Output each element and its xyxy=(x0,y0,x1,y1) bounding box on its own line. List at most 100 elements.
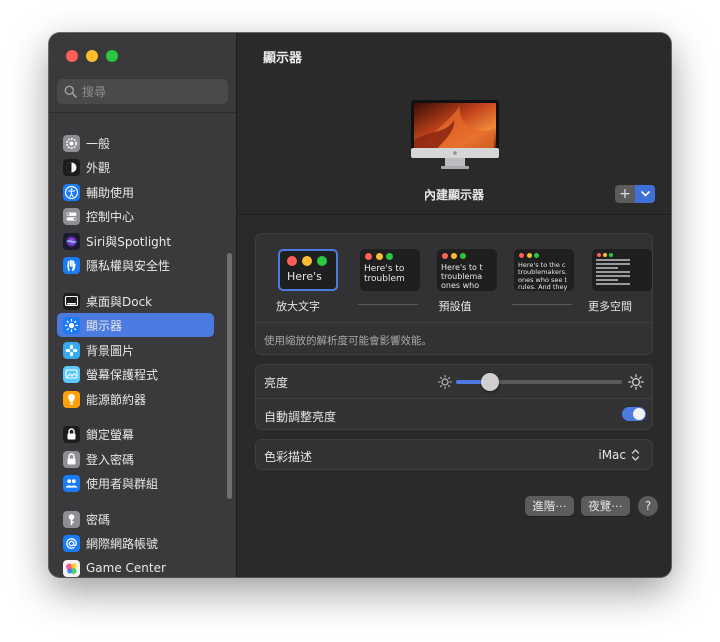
sidebar-item[interactable]: 登入密碼 xyxy=(57,447,214,471)
gear-icon xyxy=(63,134,80,152)
sidebar-item-label: 螢幕保護程式 xyxy=(86,367,159,382)
advanced-button[interactable]: 進階⋯ xyxy=(525,496,574,516)
lock-icon xyxy=(63,425,80,443)
chevron-updown-icon[interactable] xyxy=(631,448,640,462)
sidebar-item-label: 登入密碼 xyxy=(86,452,135,467)
brightness-card: 亮度 自動調整亮度 xyxy=(255,364,653,430)
resolution-option[interactable]: Here's xyxy=(278,249,338,291)
resolution-option[interactable]: Here's to t troublema ones who xyxy=(437,249,497,291)
preview-text: Here's to troublem xyxy=(364,264,405,285)
accessibility-icon xyxy=(63,183,80,201)
night-shift-button[interactable]: 夜覽⋯ xyxy=(581,496,630,516)
sidebar-item[interactable]: 一般 xyxy=(57,131,214,155)
at-icon xyxy=(63,534,80,552)
appearance-icon xyxy=(63,158,80,176)
sidebar-item[interactable]: 使用者與群組 xyxy=(57,471,214,495)
sidebar-item-label: 輔助使用 xyxy=(86,185,135,200)
resolution-option[interactable]: Here's to the c troublemakers. ones who … xyxy=(514,249,574,291)
sidebar-item-label: Game Center xyxy=(86,561,166,575)
sidebar-item[interactable]: 密碼 xyxy=(57,507,214,531)
minimize-button[interactable] xyxy=(86,50,98,62)
brightness-slider-thumb[interactable] xyxy=(480,373,499,391)
main-pane: 顯示器 內建顯示器 + Here's 放大文字 Here's to troubl… xyxy=(237,33,671,577)
siri-icon xyxy=(63,232,80,250)
resolution-preview xyxy=(592,249,652,291)
preview-text: Here's to t troublema ones who xyxy=(441,263,483,291)
sidebar-item-label: 使用者與群組 xyxy=(86,476,159,491)
sidebar-item[interactable]: 螢幕保護程式 xyxy=(57,362,214,386)
sidebar: 一般外觀輔助使用控制中心 Siri與Spotlight 隱私權與安全性桌面與Dock… xyxy=(49,33,237,577)
auto-brightness-toggle[interactable] xyxy=(622,407,646,421)
brightness-divider xyxy=(256,398,652,399)
padlock-icon xyxy=(63,450,80,468)
preview-text: Here's to the c troublemakers. ones who … xyxy=(518,261,568,291)
dock-icon xyxy=(63,292,80,310)
brightness-label: 亮度 xyxy=(264,376,289,390)
color-profile-select[interactable]: iMac xyxy=(598,448,626,462)
preview-line xyxy=(596,267,618,269)
preview-text: Here's xyxy=(287,270,322,283)
zoom-button[interactable] xyxy=(106,50,118,62)
resolution-divider xyxy=(256,322,652,323)
sidebar-item[interactable]: 輔助使用 xyxy=(57,180,214,204)
sidebar-item-label: 控制中心 xyxy=(86,209,135,224)
main-divider xyxy=(237,214,671,215)
key-icon xyxy=(63,510,80,528)
auto-brightness-label: 自動調整亮度 xyxy=(264,410,337,424)
sidebar-item[interactable]: 網際網路帳號 xyxy=(57,531,214,555)
help-button[interactable]: ? xyxy=(638,496,658,516)
preview-line xyxy=(596,263,630,265)
screensaver-icon xyxy=(63,365,80,383)
page-title: 顯示器 xyxy=(263,51,303,66)
resolution-label: 預設值 xyxy=(438,300,472,313)
preview-line xyxy=(596,271,630,273)
resolution-note: 使用縮放的解析度可能會影響效能。 xyxy=(264,335,432,347)
sidebar-item-label: 能源節約器 xyxy=(86,392,147,407)
brightness-low-icon xyxy=(437,374,453,390)
settings-window: 一般外觀輔助使用控制中心 Siri與Spotlight 隱私權與安全性桌面與Dock… xyxy=(49,33,671,577)
brightness-slider[interactable] xyxy=(456,373,622,391)
flower-icon xyxy=(63,341,80,359)
resolution-option[interactable] xyxy=(592,249,652,291)
sidebar-item[interactable]: 能源節約器 xyxy=(57,387,214,411)
add-display-button[interactable]: + xyxy=(615,185,655,203)
plus-icon[interactable]: + xyxy=(615,185,635,203)
sidebar-item-label: 顯示器 xyxy=(86,318,123,333)
control-center-icon xyxy=(63,207,80,225)
sidebar-item-label: 鎖定螢幕 xyxy=(86,427,135,442)
sidebar-item[interactable]: 隱私權與安全性 xyxy=(57,253,214,277)
resolution-option[interactable]: Here's to troublem xyxy=(360,249,420,291)
search-field[interactable] xyxy=(57,79,228,104)
sidebar-item[interactable]: Siri與Spotlight xyxy=(57,229,214,253)
imac-icon xyxy=(411,100,499,169)
resolution-preview: Here's to t troublema ones who xyxy=(437,249,497,291)
resolution-preview: Here's to troublem xyxy=(360,249,420,291)
window-controls xyxy=(66,50,118,62)
sidebar-item[interactable]: 顯示器 xyxy=(57,313,214,337)
brightness-high-icon xyxy=(628,374,644,390)
sidebar-item[interactable]: 鎖定螢幕 xyxy=(57,422,214,446)
sidebar-scrollbar[interactable] xyxy=(227,253,232,499)
sidebar-item[interactable]: 桌面與Dock xyxy=(57,289,214,313)
resolution-card: Here's 放大文字 Here's to troublem Here's to t … xyxy=(255,233,653,355)
preview-line xyxy=(596,275,630,277)
bulb-icon xyxy=(63,390,80,408)
chevron-down-icon[interactable] xyxy=(635,185,655,203)
preview-line xyxy=(596,259,630,261)
sidebar-divider xyxy=(49,112,236,113)
search-input[interactable] xyxy=(82,84,222,99)
preview-line xyxy=(596,283,630,285)
resolution-label: 更多空間 xyxy=(588,300,632,313)
hand-icon xyxy=(63,256,80,274)
color-profile-label: 色彩描述 xyxy=(264,450,313,464)
preview-line xyxy=(596,279,618,281)
close-button[interactable] xyxy=(66,50,78,62)
sidebar-item[interactable]: 控制中心 xyxy=(57,204,214,228)
sidebar-item[interactable]: 背景圖片 xyxy=(57,338,214,362)
sidebar-item[interactable]: Game Center xyxy=(57,556,214,577)
sidebar-item[interactable]: 外觀 xyxy=(57,155,214,179)
search-icon xyxy=(64,85,77,98)
sun-icon xyxy=(63,316,80,334)
color-profile-card: 色彩描述 iMac xyxy=(255,439,653,470)
sidebar-item-label: 外觀 xyxy=(86,160,111,175)
